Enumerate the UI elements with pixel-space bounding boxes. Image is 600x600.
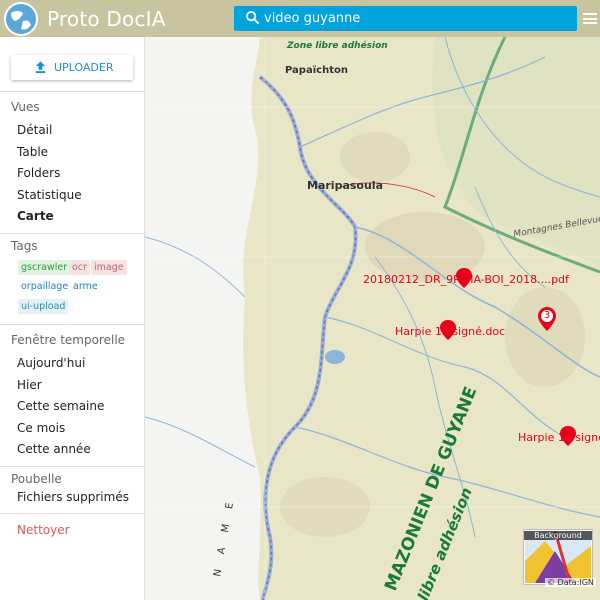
tag-arme[interactable]: arme [70, 279, 101, 294]
papaichton-label: Papaïchton [285, 65, 348, 76]
section-fenetre-temporelle: Fenêtre temporelle [11, 333, 126, 347]
time-this-year[interactable]: Cette année [17, 442, 91, 456]
map-attribution: © Data:IGN [545, 578, 596, 587]
search-icon [245, 10, 260, 25]
nav-folders[interactable]: Folders [17, 166, 60, 180]
nav-detail[interactable]: Détail [17, 123, 52, 137]
divider [0, 513, 145, 514]
tag-ocr[interactable]: ocr [69, 260, 90, 275]
nav-carte[interactable]: Carte [17, 209, 54, 223]
search-bar[interactable] [234, 6, 577, 31]
nav-deleted-files[interactable]: Fichiers supprimés [17, 490, 129, 504]
map-view[interactable]: MAZONIEN DE GUYANE libre adhésion N A M … [145, 37, 600, 600]
maripasoula-label: Maripasoula [307, 179, 383, 192]
background-label: Background [524, 531, 592, 540]
time-this-month[interactable]: Ce mois [17, 421, 65, 435]
app-title[interactable]: Proto DocIA [47, 7, 166, 31]
section-vues: Vues [11, 100, 40, 114]
tag-image[interactable]: image [91, 260, 127, 275]
hamburger-menu-icon[interactable] [583, 13, 597, 24]
section-poubelle: Poubelle [11, 472, 62, 486]
nav-table[interactable]: Table [17, 145, 48, 159]
sidebar: UPLOADER Vues Détail Table Folders Stati… [0, 37, 145, 600]
search-input[interactable] [264, 9, 564, 28]
tag-gscrawler[interactable]: gscrawler [18, 260, 71, 275]
marker-label-harpie-doc[interactable]: Harpie 11 signé.doc [395, 325, 505, 338]
map-tiles: MAZONIEN DE GUYANE libre adhésion N A M … [145, 37, 600, 600]
time-this-week[interactable]: Cette semaine [17, 399, 104, 413]
divider [0, 466, 145, 467]
nav-statistique[interactable]: Statistique [17, 188, 82, 202]
marker-label-pdf[interactable]: 20180212_DR_9RIMA-BOI_2018....pdf [363, 273, 569, 286]
divider [0, 324, 145, 325]
divider [0, 233, 145, 234]
background-layer-control[interactable]: Background [523, 529, 593, 585]
upload-label: UPLOADER [54, 61, 114, 74]
divider [0, 91, 145, 92]
app-header: Proto DocIA [0, 0, 600, 37]
zone-libre-label: Zone libre adhésion [287, 41, 388, 51]
marker-label-harpie-2[interactable]: Harpie 11 signé. [518, 431, 600, 444]
tag-ui-upload[interactable]: ui-upload [18, 299, 69, 314]
upload-icon [35, 61, 46, 74]
cleanup-button[interactable]: Nettoyer [17, 523, 70, 537]
upload-button[interactable]: UPLOADER [11, 55, 133, 80]
time-today[interactable]: Aujourd'hui [17, 356, 85, 370]
time-yesterday[interactable]: Hier [17, 378, 42, 392]
cluster-count: 3 [543, 310, 551, 321]
tag-orpaillage[interactable]: orpaillage [18, 279, 72, 294]
section-tags: Tags [11, 239, 38, 253]
globe-logo-icon[interactable] [3, 1, 39, 37]
